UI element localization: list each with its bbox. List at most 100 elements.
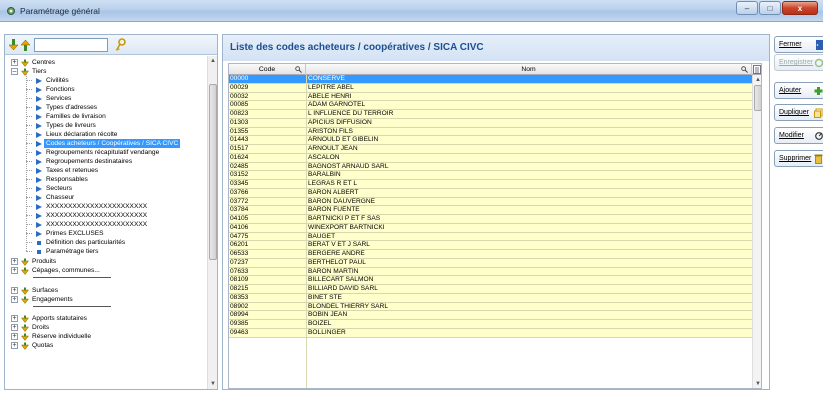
scroll-down-icon[interactable]: ▼ (753, 379, 761, 388)
tree-item[interactable]: Regroupements récapitulatif vendange (5, 148, 205, 157)
table-row[interactable]: 07633 BARON MARTIN (229, 267, 752, 277)
column-header-code[interactable]: Code (229, 64, 306, 75)
tree-item[interactable]: Services (5, 94, 205, 103)
tree-item[interactable]: Taxes et retenues (5, 166, 205, 175)
close-button[interactable]: x (782, 1, 818, 15)
table-row[interactable]: 03766 BARON ALBERT (229, 188, 752, 198)
tree-item[interactable]: Types d'adresses (5, 103, 205, 112)
tree-scrollbar[interactable]: ▲ ▼ (207, 56, 217, 389)
tree-item[interactable]: + Centres (5, 58, 205, 67)
dupliquer-button[interactable]: Dupliquer (774, 104, 823, 121)
key-icon[interactable] (115, 38, 127, 52)
table-row[interactable]: 00085 ADAM GARNOTEL (229, 101, 752, 110)
table-row[interactable]: 01443 ARNOULD ET GIBELIN (229, 136, 752, 145)
grid-scroll-thumb[interactable] (754, 85, 761, 111)
table-row[interactable]: 02485 BAGNOST ARNAUD SARL (229, 162, 752, 172)
tree-scroll-thumb[interactable] (209, 84, 217, 260)
table-row[interactable]: 08353 BINET STE (229, 293, 752, 303)
table-row[interactable]: 04105 BARTNICKI P ET F SAS (229, 215, 752, 224)
table-row[interactable]: 08994 BOBIN JEAN (229, 311, 752, 320)
tree-item[interactable]: Civilités (5, 76, 205, 85)
scroll-up-icon[interactable]: ▲ (753, 75, 761, 85)
table-row[interactable]: 00029 LEPITRE ABEL (229, 83, 752, 93)
tree-item[interactable]: Codes acheteurs / Coopératives / SICA CI… (5, 139, 205, 148)
table-row[interactable]: 06533 BERGERE ANDRE (229, 250, 752, 259)
tree-item[interactable]: – Tiers (5, 67, 205, 76)
table-row[interactable]: 01517 ARNOULT JEAN (229, 145, 752, 154)
supprimer-button[interactable]: Supprimer (774, 150, 823, 167)
expand-icon[interactable]: + (11, 324, 18, 331)
grid-options-icon[interactable] (753, 65, 761, 74)
tree-item[interactable]: + Cépages, communes... (5, 266, 205, 275)
tree-item[interactable]: Primes EXCLUSES (5, 229, 205, 238)
table-row[interactable]: 03152 BARALBIN (229, 171, 752, 180)
enregistrer-button[interactable]: Enregistrer (774, 54, 823, 71)
expand-icon[interactable]: + (11, 333, 18, 340)
table-row[interactable]: 00032 ABELE HENRI (229, 92, 752, 102)
column-search-icon[interactable] (741, 66, 748, 73)
tree-item[interactable]: Types de livreurs (5, 121, 205, 130)
expand-icon[interactable]: + (11, 296, 18, 303)
table-row[interactable]: 03772 BARON DAUVERGNE (229, 197, 752, 207)
table-row[interactable]: 09463 BOLLINGER (229, 328, 752, 338)
tree-item[interactable]: Définition des particularités (5, 238, 205, 247)
tree-item[interactable]: Secteurs (5, 184, 205, 193)
table-row[interactable]: 08902 BLONDEL THIERRY SARL (229, 302, 752, 312)
cell-code: 08109 (230, 276, 249, 284)
expand-icon[interactable]: + (11, 315, 18, 322)
maximize-button[interactable]: □ (759, 1, 781, 15)
tree-item[interactable]: XXXXXXXXXXXXXXXXXXXXXXX (5, 202, 205, 211)
tree-item[interactable]: + Engagements (5, 295, 205, 304)
column-header-nom[interactable]: Nom (306, 64, 752, 75)
expand-icon[interactable]: + (11, 267, 18, 274)
table-row[interactable]: 03784 BARON FUENTE (229, 206, 752, 215)
blue-arrow-icon (36, 78, 42, 84)
expand-icon[interactable]: + (11, 59, 18, 66)
table-row[interactable]: 00000 CONSERVE (229, 75, 752, 84)
table-row[interactable]: 01355 ARISTON FILS (229, 127, 752, 137)
tree-item[interactable]: + Réserve individuelle (5, 332, 205, 341)
table-row[interactable]: 04775 BAUGET (229, 232, 752, 242)
table-row[interactable]: 06201 BERAT V ET J SARL (229, 241, 752, 250)
scroll-down-icon[interactable]: ▼ (208, 379, 218, 389)
ajouter-button[interactable]: Ajouter (774, 82, 823, 99)
table-row[interactable]: 03345 LEGRAS R ET L (229, 180, 752, 189)
expand-icon[interactable]: + (11, 342, 18, 349)
tree-item[interactable]: Familles de livraison (5, 112, 205, 121)
tree-item[interactable]: XXXXXXXXXXXXXXXXXXXXXXX (5, 211, 205, 220)
tree-item[interactable]: Lieux déclaration récolte (5, 130, 205, 139)
scroll-up-icon[interactable]: ▲ (208, 56, 218, 66)
blue-arrow-icon (36, 186, 42, 192)
cell-nom: BLONDEL THIERRY SARL (308, 302, 389, 310)
collapse-icon[interactable]: – (11, 68, 18, 75)
tree-item[interactable]: + Quotas (5, 341, 205, 350)
tree-item[interactable]: Chasseur (5, 193, 205, 202)
table-row[interactable]: 04106 WINEXPORT BARTNICKI (229, 223, 752, 233)
table-row[interactable]: 08109 BILLECART SALMON (229, 276, 752, 285)
table-row[interactable]: 08215 BILLIARD DAVID SARL (229, 285, 752, 294)
table-row[interactable]: 09385 BOIZEL (229, 320, 752, 329)
tree-item[interactable]: Responsables (5, 175, 205, 184)
table-row[interactable]: 01624 ASCALON (229, 153, 752, 163)
table-row[interactable]: 01303 APICIUS DIFFUSION (229, 118, 752, 128)
tree-item[interactable]: Paramétrage tiers (5, 247, 205, 256)
sort-down-icon[interactable] (9, 39, 18, 51)
tree-item[interactable]: Regroupements destinataires (5, 157, 205, 166)
tree-item[interactable]: Fonctions (5, 85, 205, 94)
modifier-button[interactable]: Modifier (774, 127, 823, 144)
table-row[interactable]: 00823 L INFLUENCE DU TERROIR (229, 110, 752, 119)
column-search-icon[interactable] (295, 66, 302, 73)
minimize-button[interactable]: – (736, 1, 758, 15)
tree-item[interactable]: + Droits (5, 323, 205, 332)
tree-item[interactable]: + Produits (5, 257, 205, 266)
tree-item[interactable]: XXXXXXXXXXXXXXXXXXXXXXX (5, 220, 205, 229)
table-row[interactable]: 07237 BERTHELOT PAUL (229, 258, 752, 268)
grid-scrollbar[interactable]: ▲ ▼ (752, 75, 761, 388)
tree-search-input[interactable] (34, 38, 108, 52)
tree-item[interactable]: + Surfaces (5, 286, 205, 295)
fermer-button[interactable]: Fermer (774, 36, 823, 53)
tree-item[interactable]: + Apports statutaires (5, 314, 205, 323)
expand-icon[interactable]: + (11, 287, 18, 294)
expand-icon[interactable]: + (11, 258, 18, 265)
sort-up-icon[interactable] (21, 39, 30, 51)
